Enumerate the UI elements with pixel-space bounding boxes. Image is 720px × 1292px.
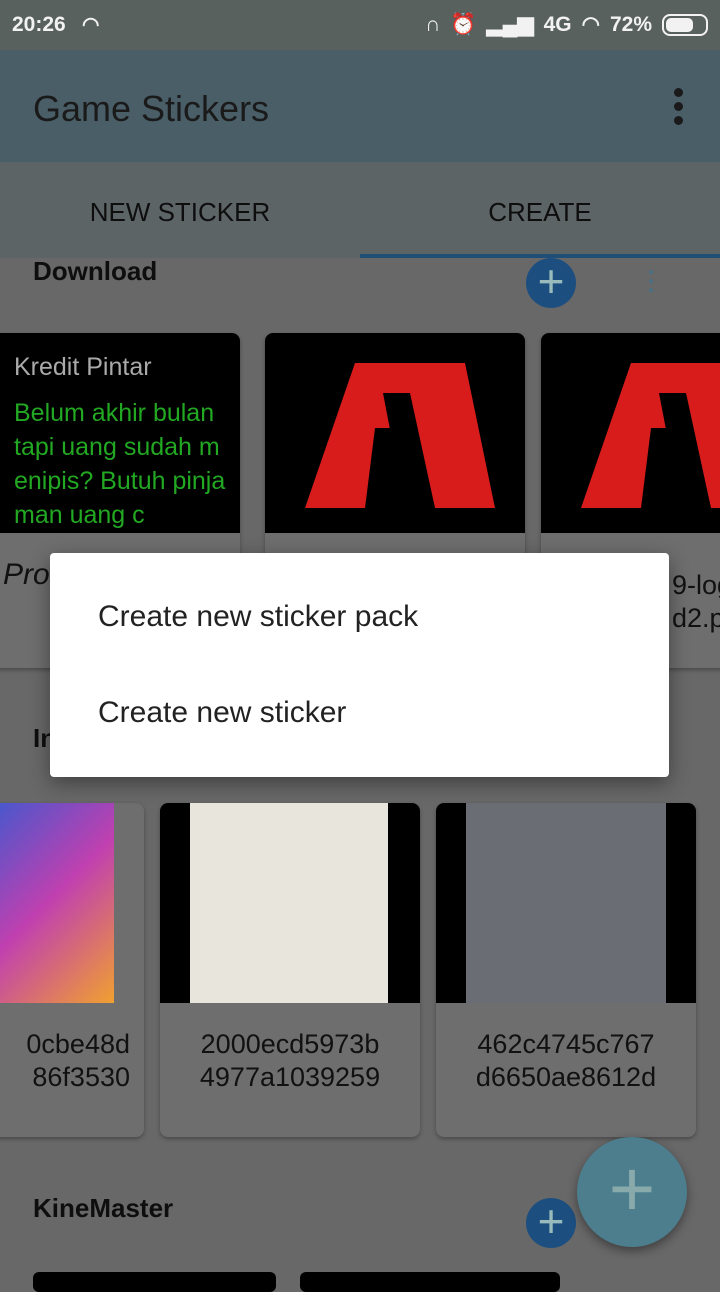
sticker-image bbox=[160, 803, 420, 1003]
sticker-image bbox=[265, 333, 525, 533]
sticker-image bbox=[541, 333, 720, 533]
create-dialog: Create new sticker pack Create new stick… bbox=[50, 553, 669, 777]
network-type: 4G bbox=[543, 12, 572, 36]
signal-icon: ▂▄▆ bbox=[486, 13, 534, 36]
ad-thumbnail: Kredit Pintar Belum akhir bulan tapi uan… bbox=[0, 333, 240, 533]
card-caption: 462c4745c767 d6650ae8612d bbox=[475, 1029, 657, 1092]
sticker-image bbox=[0, 803, 114, 1003]
sticker-card[interactable] bbox=[33, 1272, 276, 1292]
more-options-icon[interactable] bbox=[672, 88, 684, 125]
section-title: KineMaster bbox=[33, 1193, 174, 1223]
sticker-card[interactable] bbox=[300, 1272, 560, 1292]
add-sticker-button[interactable]: + bbox=[526, 1198, 576, 1248]
battery-icon bbox=[662, 13, 708, 36]
card-caption: 2000ecd5973b 4977a1039259 bbox=[199, 1029, 381, 1092]
app-title: Game Stickers bbox=[33, 88, 270, 129]
clock: 20:26 bbox=[12, 13, 66, 36]
sticker-image bbox=[436, 803, 696, 1003]
wifi-icon: ◠ bbox=[82, 14, 100, 36]
sticker-card[interactable]: 462c4745c767 d6650ae8612d bbox=[436, 803, 696, 1137]
wifi-icon: ◠ bbox=[581, 13, 600, 36]
add-sticker-button[interactable]: + bbox=[526, 258, 576, 308]
logo-image bbox=[305, 363, 495, 508]
more-icon[interactable]: ● ● ● bbox=[648, 268, 656, 296]
ad-text: Belum akhir bulan tapi uang sudah menipi… bbox=[14, 399, 226, 529]
section-title: Download bbox=[33, 256, 158, 286]
sticker-card[interactable]: 2000ecd5973b 4977a1039259 bbox=[160, 803, 420, 1137]
alarm-icon: ⏰ bbox=[450, 12, 477, 36]
tab-bar: NEW STICKER CREATE bbox=[0, 162, 720, 258]
tab-create[interactable]: CREATE bbox=[360, 162, 720, 258]
tab-new-sticker[interactable]: NEW STICKER bbox=[0, 162, 360, 258]
ad-title: Kredit Pintar bbox=[14, 353, 152, 381]
sticker-card[interactable]: 0cbe48d 86f3530 bbox=[0, 803, 144, 1137]
battery-percent: 72% bbox=[609, 12, 652, 36]
logo-image bbox=[581, 363, 720, 508]
app-bar: Game Stickers bbox=[0, 50, 720, 162]
menu-item-create-sticker-pack[interactable]: Create new sticker pack bbox=[98, 600, 418, 634]
card-caption: 0cbe48d 86f3530 bbox=[26, 1029, 130, 1092]
status-bar: 20:26 ◠ ∩ ⏰ ▂▄▆ 4G ◠ 72% bbox=[0, 0, 720, 50]
menu-item-create-sticker[interactable]: Create new sticker bbox=[98, 696, 346, 730]
card-caption: 9-log d2.pr bbox=[672, 570, 720, 633]
add-fab-button[interactable]: + bbox=[577, 1137, 687, 1247]
headphones-icon: ∩ bbox=[425, 12, 441, 36]
